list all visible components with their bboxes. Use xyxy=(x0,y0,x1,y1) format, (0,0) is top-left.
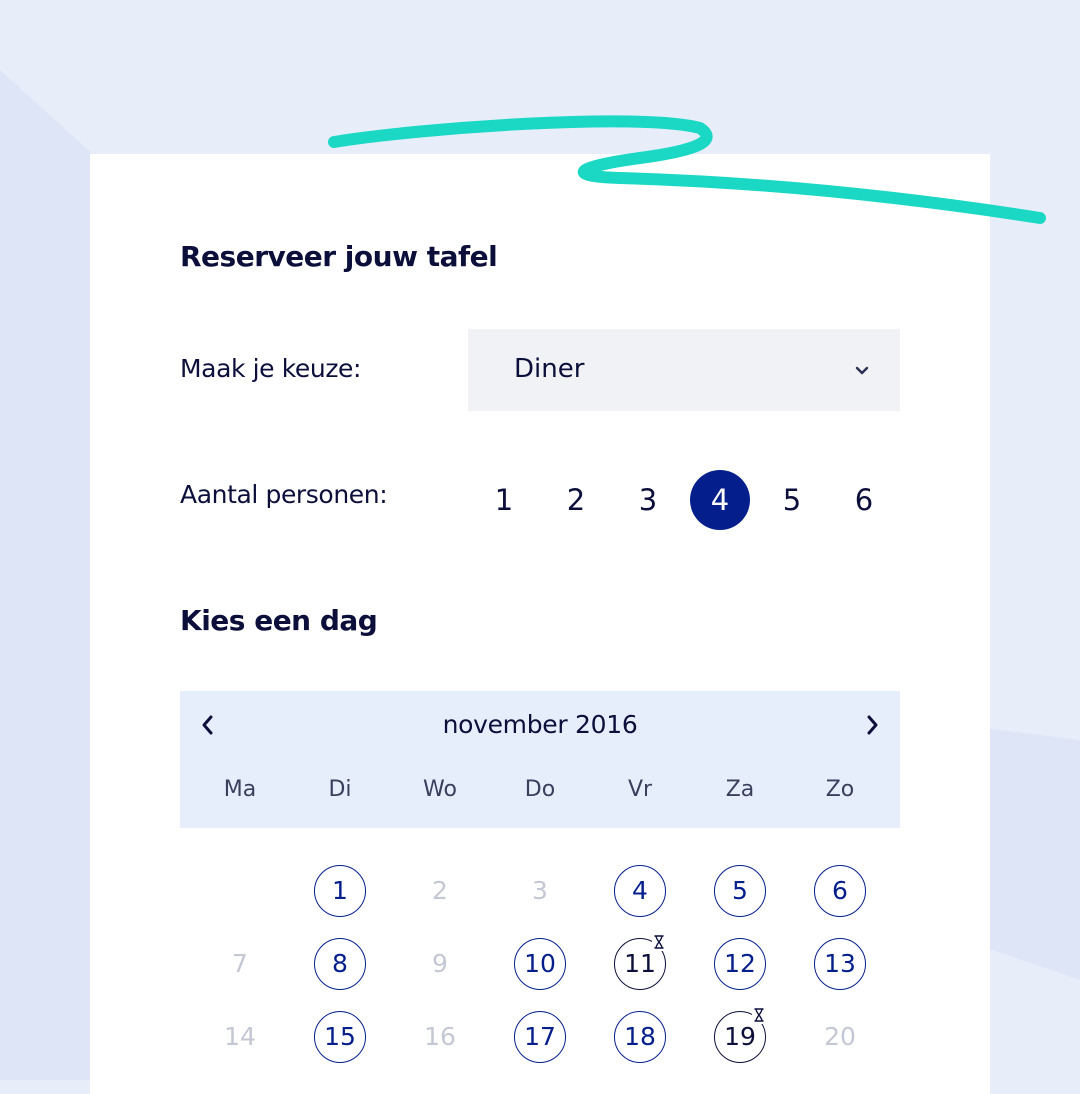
choice-label: Maak je keuze: xyxy=(180,354,362,383)
calendar-day-number: 5 xyxy=(732,876,748,905)
calendar-day-number: 19 xyxy=(724,1022,756,1051)
meal-select-value: Diner xyxy=(514,354,585,384)
calendar-day-11[interactable]: 11 xyxy=(590,927,690,1000)
calendar-day-8[interactable]: 8 xyxy=(290,927,390,1000)
person-count-3[interactable]: 3 xyxy=(618,470,678,530)
persons-label: Aantal personen: xyxy=(180,480,388,509)
hourglass-icon xyxy=(752,1006,766,1024)
calendar-day-1[interactable]: 1 xyxy=(290,854,390,927)
person-count-6[interactable]: 6 xyxy=(834,470,894,530)
reservation-card: Reserveer jouw tafel Maak je keuze: Dine… xyxy=(90,154,990,1094)
calendar-day-number: 20 xyxy=(824,1022,856,1051)
calendar-day-number: 13 xyxy=(824,949,856,978)
weekday-label: Zo xyxy=(825,777,855,802)
calendar-day-4[interactable]: 4 xyxy=(590,854,690,927)
calendar-day-5[interactable]: 5 xyxy=(690,854,790,927)
calendar-day-9: 9 xyxy=(390,927,490,1000)
calendar-day-14: 14 xyxy=(190,1000,290,1073)
chevron-right-icon xyxy=(864,713,880,741)
calendar-day-number: 1 xyxy=(332,876,348,905)
calendar-day-number: 10 xyxy=(524,949,556,978)
day-section-title: Kies een dag xyxy=(180,604,378,637)
calendar-day-13[interactable]: 13 xyxy=(790,927,890,1000)
calendar-day-number: 6 xyxy=(832,876,848,905)
chevron-down-icon xyxy=(854,362,870,381)
calendar-day-number: 14 xyxy=(224,1022,256,1051)
calendar-day-number: 18 xyxy=(624,1022,656,1051)
weekday-label: Vr xyxy=(627,777,653,802)
hourglass-icon xyxy=(652,933,666,951)
weekday-row: Ma Di Wo Do Vr Za Zo xyxy=(190,777,890,802)
calendar-day-number: 15 xyxy=(324,1022,356,1051)
meal-select[interactable]: Diner xyxy=(468,329,900,411)
calendar-day-6[interactable]: 6 xyxy=(790,854,890,927)
calendar-month-label: november 2016 xyxy=(442,710,638,739)
weekday-label: Za xyxy=(725,777,755,802)
next-month-button[interactable] xyxy=(854,709,890,745)
calendar-day-number: 4 xyxy=(632,876,648,905)
person-count-5[interactable]: 5 xyxy=(762,470,822,530)
calendar-day-3: 3 xyxy=(490,854,590,927)
calendar-day-7: 7 xyxy=(190,927,290,1000)
weekday-label: Wo xyxy=(423,777,457,802)
calendar-header: november 2016 Ma Di Wo Do Vr Za Zo xyxy=(180,691,900,828)
calendar-day-number: 3 xyxy=(532,876,548,905)
person-count-2[interactable]: 2 xyxy=(546,470,606,530)
calendar-day-18[interactable]: 18 xyxy=(590,1000,690,1073)
person-count-1[interactable]: 1 xyxy=(474,470,534,530)
calendar-day-number: 2 xyxy=(432,876,448,905)
calendar-day-19[interactable]: 19 xyxy=(690,1000,790,1073)
calendar-day-16: 16 xyxy=(390,1000,490,1073)
calendar-day-number: 17 xyxy=(524,1022,556,1051)
calendar-day-number: 11 xyxy=(624,949,656,978)
calendar-day-12[interactable]: 12 xyxy=(690,927,790,1000)
calendar-day-2: 2 xyxy=(390,854,490,927)
calendar-day-20: 20 xyxy=(790,1000,890,1073)
calendar-day-number: 7 xyxy=(232,949,248,978)
weekday-label: Ma xyxy=(223,777,257,802)
calendar-days-grid: 1 2 3 4 5 6 7 8 9 10 11 12 13 14 15 16 17 18 19 20 xyxy=(190,854,890,1073)
calendar-day-number: 12 xyxy=(724,949,756,978)
calendar-day-10[interactable]: 10 xyxy=(490,927,590,1000)
calendar-day-number: 9 xyxy=(432,949,448,978)
calendar-day-15[interactable]: 15 xyxy=(290,1000,390,1073)
calendar-day-number: 16 xyxy=(424,1022,456,1051)
calendar-day-17[interactable]: 17 xyxy=(490,1000,590,1073)
persons-selector: 123456 xyxy=(474,470,906,530)
calendar-empty-cell xyxy=(190,854,290,927)
weekday-label: Do xyxy=(524,777,556,802)
person-count-4[interactable]: 4 xyxy=(690,470,750,530)
calendar-day-number: 8 xyxy=(332,949,348,978)
weekday-label: Di xyxy=(328,777,352,802)
page-title: Reserveer jouw tafel xyxy=(180,240,498,273)
